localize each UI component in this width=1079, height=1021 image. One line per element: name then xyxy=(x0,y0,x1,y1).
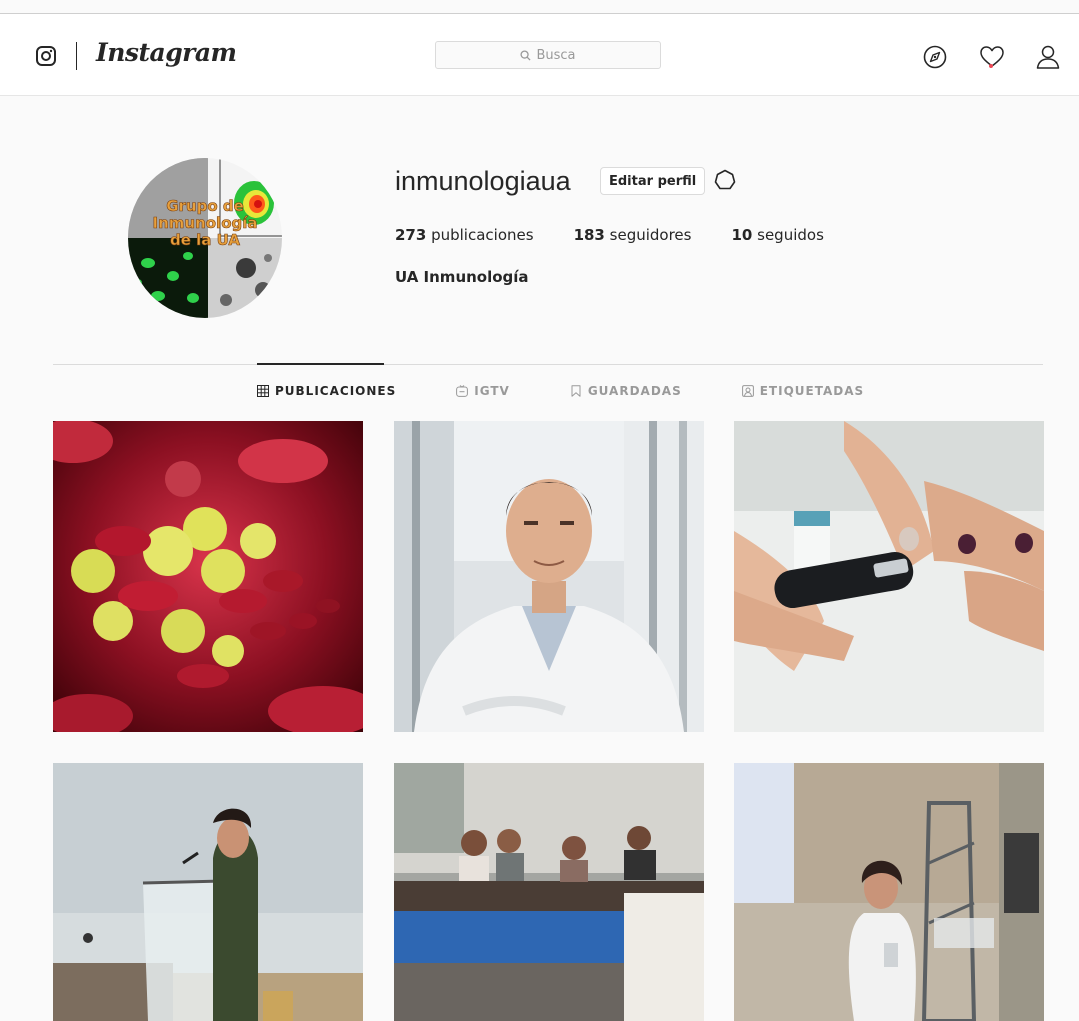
stat-posts-label: publicaciones xyxy=(431,226,534,244)
post-tile-blood-cells[interactable] xyxy=(53,421,363,732)
profile-stats: 273 publicaciones 183 seguidores 10 segu… xyxy=(395,226,864,244)
profile-username: inmunologiaua xyxy=(395,166,571,196)
post-tile-speaker-presentation[interactable] xyxy=(734,763,1044,1021)
stat-following[interactable]: 10 seguidos xyxy=(731,226,823,244)
notification-dot xyxy=(989,64,993,68)
tab-label: GUARDADAS xyxy=(587,384,682,398)
explore-compass-icon[interactable] xyxy=(922,44,948,70)
tab-publicaciones[interactable]: PUBLICACIONES xyxy=(257,384,396,398)
avatar-caption-line: Inmunología xyxy=(152,214,258,232)
tab-label: PUBLICACIONES xyxy=(275,384,397,398)
post-image xyxy=(734,421,1044,732)
tab-label: IGTV xyxy=(474,384,510,398)
profile-user-icon[interactable] xyxy=(1035,44,1061,70)
profile-full-name: UA Inmunología xyxy=(395,268,529,286)
post-image xyxy=(53,763,363,1021)
stat-following-label: seguidos xyxy=(757,226,824,244)
settings-gear-icon[interactable] xyxy=(713,168,737,192)
stat-followers-label: seguidores xyxy=(609,226,692,244)
instagram-camera-icon[interactable] xyxy=(36,46,56,66)
search-input[interactable]: Busca xyxy=(435,41,661,69)
post-tile-speaker-podium[interactable] xyxy=(53,763,363,1021)
avatar-caption-line: de la UA xyxy=(170,231,241,249)
post-tile-glucose-meter[interactable] xyxy=(734,421,1044,732)
profile-tabs: PUBLICACIONES IGTV GUARDADAS ETIQUETADAS xyxy=(257,384,864,398)
stat-followers-count: 183 xyxy=(573,226,605,244)
search-icon xyxy=(520,49,532,61)
stat-posts-count: 273 xyxy=(395,226,427,244)
instagram-wordmark[interactable]: Instagram xyxy=(96,38,237,67)
tab-igtv[interactable]: IGTV xyxy=(456,384,510,398)
edit-profile-button[interactable]: Editar perfil xyxy=(600,167,706,195)
search-placeholder: Busca xyxy=(536,47,576,63)
logo-separator xyxy=(76,42,77,70)
igtv-icon xyxy=(456,385,469,397)
post-tile-conference-panel[interactable] xyxy=(394,763,704,1021)
post-tile-doctor-portrait[interactable] xyxy=(394,421,704,732)
post-image xyxy=(394,763,704,1021)
tabs-divider xyxy=(53,364,1043,365)
active-tab-indicator xyxy=(257,363,384,365)
post-image xyxy=(53,421,363,732)
tab-etiquetadas[interactable]: ETIQUETADAS xyxy=(741,384,865,398)
avatar-caption: Grupo de Inmunología de la UA xyxy=(128,197,282,249)
post-image xyxy=(394,421,704,732)
tab-label: ETIQUETADAS xyxy=(759,384,865,398)
tag-icon xyxy=(741,385,754,397)
tab-guardadas[interactable]: GUARDADAS xyxy=(570,384,682,398)
avatar-caption-line: Grupo de xyxy=(166,197,244,215)
stat-following-count: 10 xyxy=(731,226,753,244)
post-image xyxy=(734,763,1044,1021)
stat-posts: 273 publicaciones xyxy=(395,226,534,244)
bookmark-icon xyxy=(571,385,581,397)
grid-icon xyxy=(257,385,269,397)
profile-avatar[interactable]: Grupo de Inmunología de la UA xyxy=(128,158,282,318)
top-navigation: Instagram Busca xyxy=(0,14,1079,96)
stat-followers[interactable]: 183 seguidores xyxy=(574,226,692,244)
